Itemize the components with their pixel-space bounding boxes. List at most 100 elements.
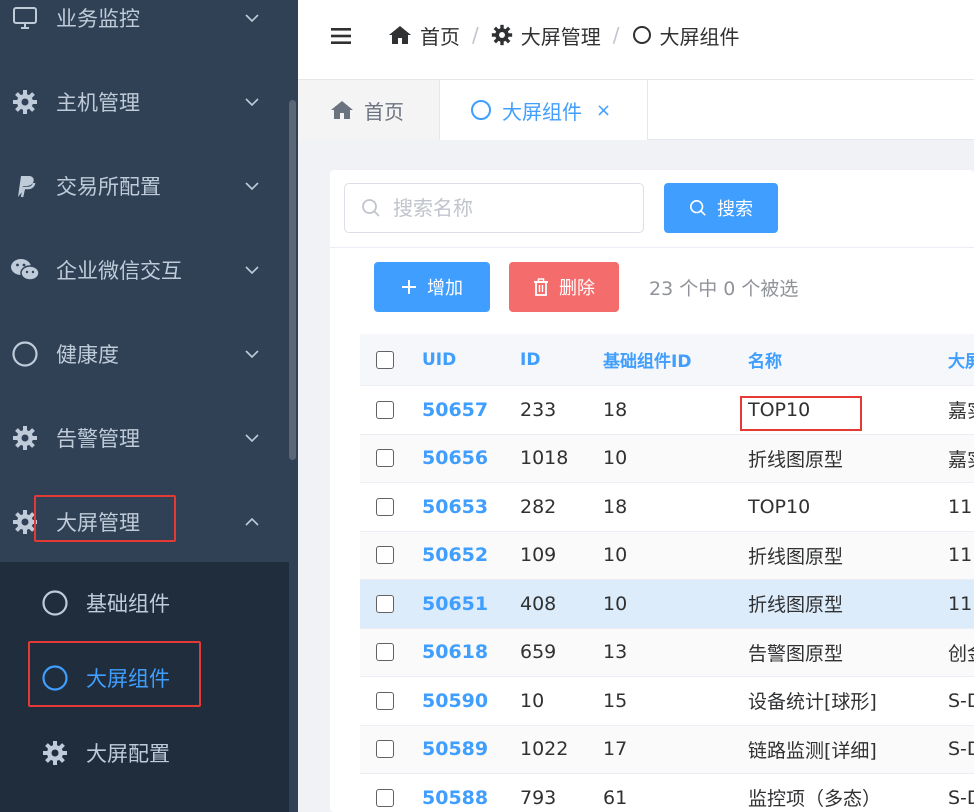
sidebar-item-label: 健康度	[56, 343, 119, 367]
row-checkbox[interactable]	[376, 483, 394, 531]
table-row[interactable]: 50656 1018 10 折线图原型 嘉实	[360, 434, 974, 483]
row-checkbox[interactable]	[376, 435, 394, 483]
breadcrumb-section-label: 大屏管理	[520, 24, 601, 49]
sidebar-item-host-management[interactable]: 主机管理	[0, 60, 289, 144]
search-row: 搜索	[330, 170, 974, 248]
chevron-down-icon	[245, 98, 259, 107]
cell-id: 793	[520, 786, 557, 809]
submenu-item-label: 基础组件	[86, 592, 170, 616]
cell-id: 282	[520, 495, 557, 518]
highlight-box	[740, 396, 862, 431]
column-header-bigscreen[interactable]: 大屏	[948, 334, 974, 385]
cell-uid[interactable]: 50590	[422, 677, 488, 725]
table-row[interactable]: 50657 233 18 TOP10 嘉实	[360, 386, 974, 435]
tag-home[interactable]: 首页	[298, 80, 440, 140]
cell-bigscreen: 创金	[948, 642, 974, 665]
sidebar-item-wechat-interaction[interactable]: 企业微信交互	[0, 228, 289, 312]
submenu-item-label: 大屏配置	[86, 742, 170, 766]
table-row[interactable]: 50589 1022 17 链路监测[详细] S-D	[360, 725, 974, 774]
column-header-id[interactable]: ID	[520, 334, 540, 385]
submenu-item-base-components[interactable]: 基础组件	[0, 565, 289, 641]
cell-uid[interactable]: 50652	[422, 532, 488, 580]
navbar: 首页 / 大屏管理 / 大屏组件	[298, 0, 974, 80]
row-checkbox[interactable]	[376, 629, 394, 677]
cell-id: 1018	[520, 447, 569, 470]
delete-button[interactable]: 删除	[509, 262, 619, 312]
gear-icon	[10, 423, 40, 453]
cell-base-id: 17	[603, 738, 628, 761]
column-header-uid[interactable]: UID	[422, 334, 456, 385]
search-input[interactable]	[393, 196, 613, 220]
table-row[interactable]: 50618 659 13 告警图原型 创金	[360, 628, 974, 677]
cell-base-id: 13	[603, 641, 628, 664]
sidebar-scrollbar[interactable]	[289, 100, 296, 460]
chevron-up-icon	[245, 517, 259, 526]
row-checkbox[interactable]	[376, 532, 394, 580]
tags-view: 首页 大屏组件 ×	[298, 80, 974, 140]
breadcrumb-current-label: 大屏组件	[659, 24, 740, 49]
breadcrumb-home[interactable]: 首页	[388, 21, 460, 50]
plus-icon	[402, 280, 416, 294]
row-checkbox[interactable]	[376, 774, 394, 812]
table-row[interactable]: 50590 10 15 设备统计[球形] S-D	[360, 677, 974, 726]
cell-id: 233	[520, 398, 557, 421]
row-checkbox[interactable]	[376, 726, 394, 774]
cell-name: 告警图原型	[748, 642, 844, 665]
sidebar-item-alarm-management[interactable]: 告警管理	[0, 396, 289, 480]
gear-icon	[40, 738, 70, 768]
column-header-name[interactable]: 名称	[748, 334, 782, 385]
cell-bigscreen: 嘉实	[948, 448, 974, 471]
cell-uid[interactable]: 50657	[422, 386, 488, 434]
table-row[interactable]: 50652 109 10 折线图原型 111	[360, 531, 974, 580]
search-button[interactable]: 搜索	[664, 183, 778, 233]
highlight-box	[28, 641, 201, 707]
breadcrumb-section[interactable]: 大屏管理	[491, 21, 601, 50]
selection-count: 23 个中 0 个被选	[649, 278, 799, 300]
chevron-down-icon	[245, 266, 259, 275]
select-all-checkbox[interactable]	[376, 334, 394, 385]
chevron-down-icon	[245, 434, 259, 443]
search-button-label: 搜索	[717, 199, 753, 220]
table-row[interactable]: 50653 282 18 TOP10 111	[360, 483, 974, 532]
add-button[interactable]: 增加	[374, 262, 490, 312]
cell-uid[interactable]: 50656	[422, 435, 488, 483]
cell-bigscreen: S-D	[948, 738, 974, 761]
table-row[interactable]: 50588 793 61 监控项（多态） S-D	[360, 774, 974, 812]
tag-bigscreen-components[interactable]: 大屏组件 ×	[440, 80, 648, 140]
table-row[interactable]: 50651 408 10 折线图原型 111	[360, 580, 974, 629]
cell-base-id: 61	[603, 786, 628, 809]
sidebar-item-exchange-config[interactable]: 交易所配置	[0, 144, 289, 228]
cell-uid[interactable]: 50588	[422, 774, 488, 812]
cell-name: 折线图原型	[748, 594, 844, 617]
cell-uid[interactable]: 50651	[422, 580, 488, 628]
cell-name: 设备统计[球形]	[748, 691, 877, 714]
cell-id: 10	[520, 689, 545, 712]
submenu-item-bigscreen-config[interactable]: 大屏配置	[0, 715, 289, 791]
close-icon[interactable]: ×	[596, 100, 611, 121]
search-icon	[362, 199, 380, 217]
cell-name: 监控项（多态）	[748, 788, 882, 811]
row-checkbox[interactable]	[376, 580, 394, 628]
gear-icon	[10, 87, 40, 117]
row-checkbox[interactable]	[376, 677, 394, 725]
sidebar-item-business-monitor[interactable]: 业务监控	[0, 0, 289, 60]
column-header-base-id[interactable]: 基础组件ID	[603, 334, 691, 385]
search-field[interactable]	[344, 183, 644, 233]
breadcrumb-current: 大屏组件	[632, 21, 740, 50]
sidebar-item-label: 业务监控	[56, 7, 140, 31]
delete-button-label: 删除	[559, 278, 595, 299]
trash-icon	[534, 278, 548, 296]
hamburger-icon[interactable]	[330, 25, 352, 47]
cell-bigscreen: 111	[948, 592, 974, 615]
cell-uid[interactable]: 50589	[422, 726, 488, 774]
cell-base-id: 15	[603, 689, 628, 712]
row-checkbox[interactable]	[376, 386, 394, 434]
cell-bigscreen: S-D	[948, 689, 974, 712]
sidebar-item-health[interactable]: 健康度	[0, 312, 289, 396]
cell-uid[interactable]: 50653	[422, 483, 488, 531]
breadcrumb-home-label: 首页	[420, 24, 460, 49]
add-button-label: 增加	[427, 278, 463, 299]
cell-uid[interactable]: 50618	[422, 629, 488, 677]
chevron-down-icon	[245, 350, 259, 359]
home-icon	[331, 101, 353, 119]
